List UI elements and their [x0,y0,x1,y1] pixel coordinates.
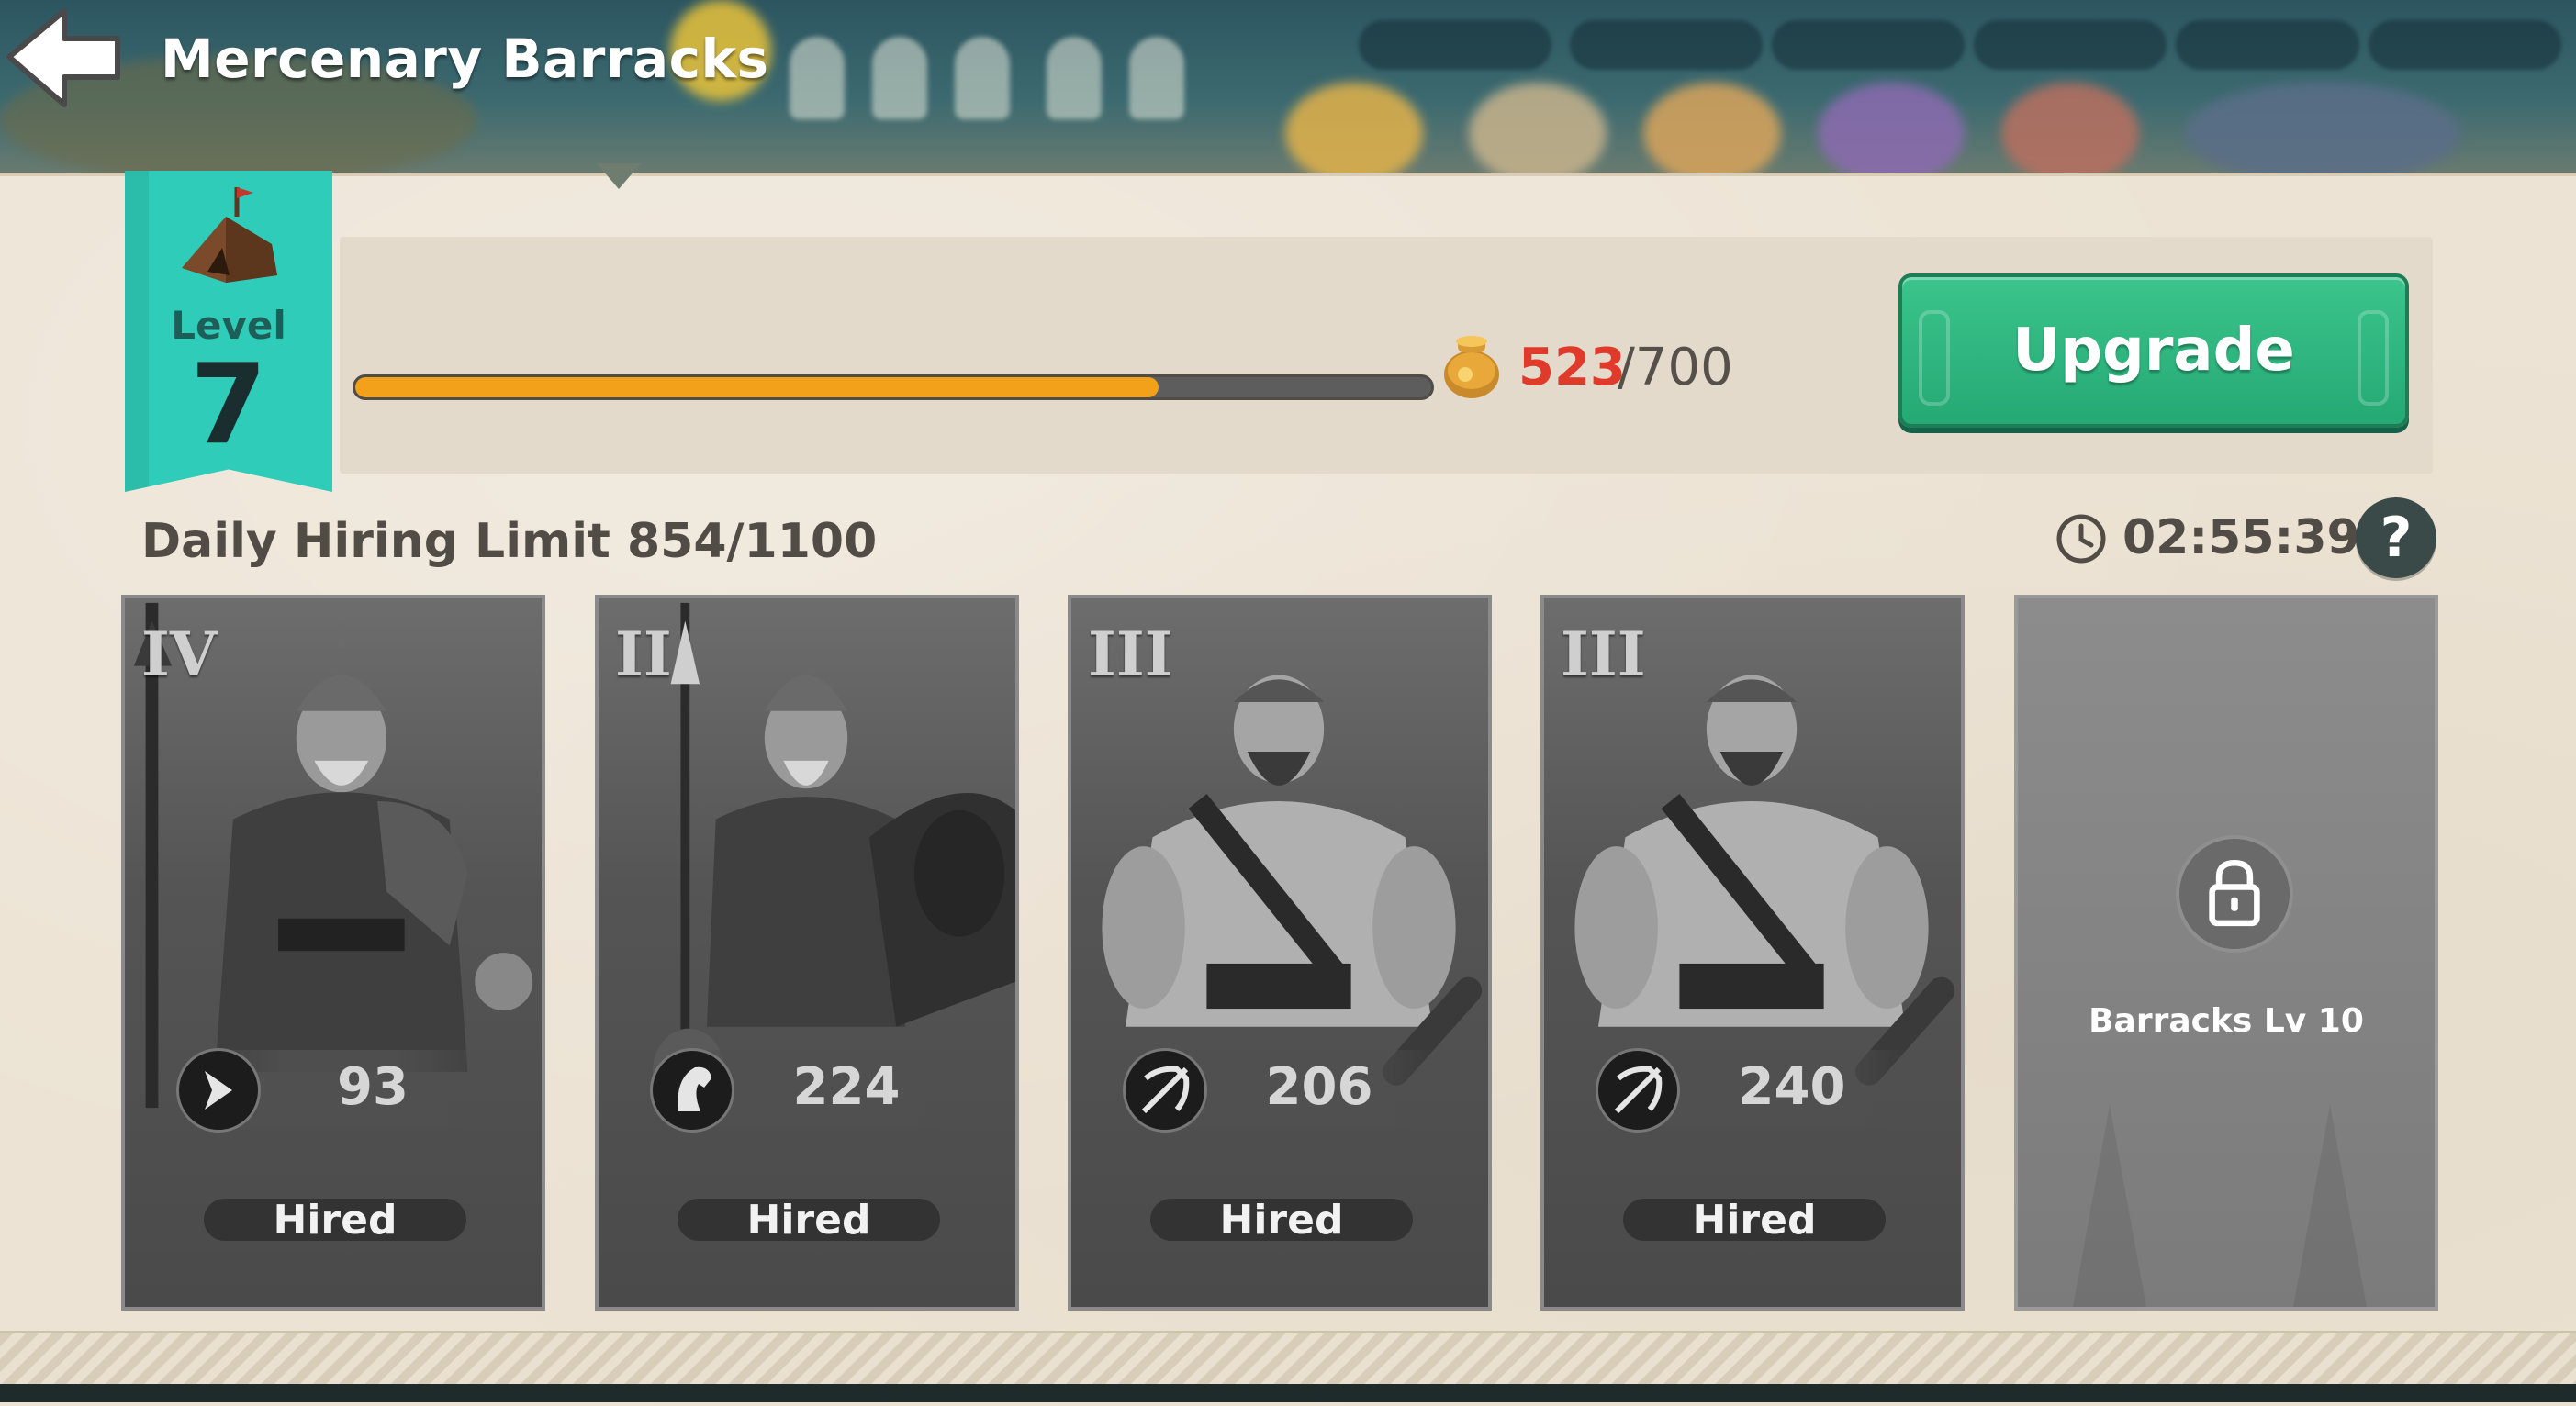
back-button[interactable] [0,0,129,119]
crossed-bow-icon [1123,1048,1207,1133]
power-value: 240 [1738,1057,1846,1117]
back-arrow-icon [6,8,120,107]
padlock-icon [2176,835,2293,953]
hired-badge: Hired [1150,1197,1413,1244]
tent-icon [182,187,277,283]
crossed-bow-icon [1596,1048,1680,1133]
help-button[interactable]: ? [2356,497,2436,578]
upgrade-button[interactable]: Upgrade [1898,273,2409,428]
progress-fill [355,377,1159,397]
power-value: 224 [792,1057,901,1117]
panel-pointer [597,163,641,189]
question-mark-icon: ? [2380,506,2413,570]
refresh-timer: 02:55:39 [2122,510,2360,565]
tier-label: III [1561,619,1646,690]
tier-label: III [1088,619,1173,690]
coin-sack-icon [1444,336,1499,398]
page-title: Mercenary Barracks [161,28,769,90]
horse-head-icon [650,1048,734,1133]
mercenary-card[interactable]: III 240 Hired [1540,595,1965,1311]
daily-hiring-limit: Daily Hiring Limit 854/1100 [141,514,878,569]
locked-mercenary-slot[interactable] [2014,595,2438,1311]
hired-badge: Hired [678,1197,940,1244]
cavalry-chevron-icon [176,1048,261,1133]
progress-current: 523 [1518,338,1626,397]
power-value: 93 [337,1057,409,1117]
locked-slot-requirement: Barracks Lv 10 [2089,1002,2364,1040]
upgrade-label: Upgrade [2012,317,2295,385]
mercenary-card[interactable]: II 224 Hired [595,595,1019,1311]
level-value: 7 [190,341,267,469]
tier-label: II [615,619,672,690]
tier-label: IV [141,619,218,690]
progress-max: /700 [1618,338,1733,397]
hired-badge: Hired [204,1197,466,1244]
power-value: 206 [1265,1057,1373,1117]
mercenary-card[interactable]: IV 93 Hired [121,595,545,1311]
progress-bar [353,374,1434,400]
hired-badge: Hired [1623,1197,1886,1244]
panel-bottom-border [0,1331,2576,1389]
mercenary-card[interactable]: III 206 Hired [1068,595,1492,1311]
clock-icon [2056,514,2106,564]
